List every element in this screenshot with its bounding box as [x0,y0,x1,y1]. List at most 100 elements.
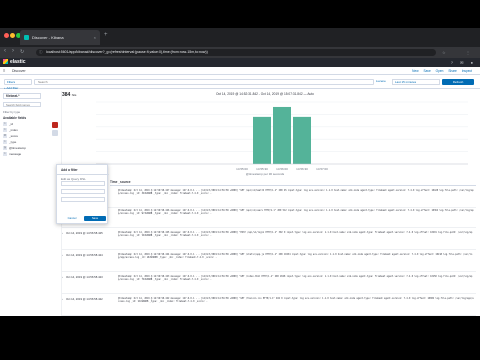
search-input[interactable] [34,79,374,85]
date-picker[interactable]: Last 15 minutes [392,79,440,85]
table-row[interactable]: ›Oct 14, 2019 @ 14:56:58.426@timestamp: … [62,208,476,228]
filter-toggle-button[interactable]: Filters [4,79,32,85]
field-name: _type [9,140,17,144]
address-bar-row: ‹ › ↻ ⓘ localhost:5601/app/kibana#/disco… [0,47,480,58]
row-source: @timestamp: Oct 14, 2019 @ 14:56:58.426 … [118,209,474,216]
url-field[interactable]: ⓘ localhost:5601/app/kibana#/discover?_g… [36,49,436,56]
field-item[interactable]: t message [3,152,21,157]
hits-count: 384 [62,92,71,98]
new-link[interactable]: New [412,69,418,73]
expand-row-icon[interactable]: › [62,253,63,257]
add-filter-link[interactable]: + Add filter [4,86,18,90]
url-text: localhost:5601/app/kibana#/discover?_g=(… [46,50,208,54]
hits-label: hits [71,93,77,97]
header-actions: ? ✉ ● [451,60,476,65]
mail-icon[interactable]: ✉ [460,60,466,65]
row-timestamp: Oct 14, 2019 @ 14:56:58.422 [66,297,103,301]
info-icon: ⓘ [39,50,43,54]
index-pattern-select[interactable]: filebeat-* [3,93,41,99]
open-link[interactable]: Open [436,69,444,73]
chart-bar[interactable] [253,116,271,164]
kibana-subheader: ≡ Discover New Save Open Share Inspect [0,67,480,75]
expand-row-icon[interactable]: › [62,297,63,301]
field-item[interactable]: t _type [3,140,16,145]
browser-tab[interactable]: Discover - Kibana × [20,30,100,45]
number-type-icon: # [3,134,7,139]
brand-name: elastic [10,59,26,65]
save-button[interactable]: Save [84,216,106,221]
field-item[interactable]: ◷ @timestamp [3,146,26,151]
filter-by-type[interactable]: Filter by type [3,110,20,114]
popover-divider [57,174,109,175]
cancel-button[interactable]: Cancel [61,216,83,221]
table-row[interactable]: ›Oct 14, 2019 @ 14:56:58.427@timestamp: … [62,188,476,208]
expand-row-icon[interactable]: › [62,275,63,279]
filter-operator-input[interactable] [61,189,105,194]
save-link[interactable]: Save [423,69,430,73]
video-frame: Discover - Kibana × + ‹ › ↻ ⓘ localhost:… [0,0,480,360]
table-row[interactable]: › Oct 14, 2019 @ 14:56:58.422 @timestamp: … [62,296,476,316]
chart-x-axis-label: @timestamp per 30 seconds [245,172,285,176]
top-nav-links: New Save Open Share Inspect [412,69,472,73]
histogram-chart[interactable]: 14:55:00 14:55:30 14:56:00 14:56:30 14:57:00 [82,98,472,172]
minimize-window-icon[interactable] [10,33,15,38]
table-row[interactable]: › Oct 14, 2019 @ 14:56:58.424 @timestamp: … [62,252,476,272]
browser-menu-icon[interactable]: ⋮ [466,50,470,55]
expand-row-icon[interactable]: › [62,231,63,235]
kibana-favicon-icon [24,35,29,40]
documents-heading: Time _source [110,180,476,186]
string-type-icon: t [3,152,7,157]
browser-window: Discover - Kibana × + ‹ › ↻ ⓘ localhost:… [0,28,480,316]
chart-bar[interactable] [273,106,291,164]
reload-icon[interactable]: ↻ [20,49,24,55]
share-link[interactable]: Share [448,69,457,73]
table-row[interactable]: › Oct 14, 2019 @ 14:56:58.423 @timestamp: … [62,274,476,294]
new-tab-icon[interactable]: + [104,32,108,38]
chart-tick-label: 14:57:00 [316,167,328,171]
row-source: @timestamp: Oct 14, 2019 @ 14:56:58.427 … [118,189,474,196]
string-type-icon: t [3,128,7,133]
close-window-icon[interactable] [4,33,9,38]
available-fields-heading: Available fields [3,116,27,120]
chart-bar[interactable] [293,116,311,164]
bookmark-star-icon[interactable]: ☆ [442,50,446,55]
back-icon[interactable]: ‹ [4,48,6,54]
row-timestamp: Oct 14, 2019 @ 14:56:58.423 [66,275,103,279]
chart-tick-label: 14:56:00 [276,167,288,171]
field-item[interactable]: t _index [3,128,18,133]
field-name: _score [9,134,19,138]
field-name: message [9,152,22,156]
filter-field-input[interactable] [61,181,105,186]
refresh-button[interactable]: Refresh [442,79,474,85]
clock-type-icon: ◷ [3,146,7,151]
hits-counter: 384 hits [62,92,76,98]
syntax-toggle[interactable]: Lucene [376,79,386,83]
chart-tick-label: 14:55:00 [236,167,248,171]
field-item[interactable]: # _score [3,134,18,139]
tab-title: Discover - Kibana [32,35,64,40]
field-item[interactable]: t _id [3,122,13,127]
table-row[interactable]: › Oct 14, 2019 @ 14:56:58.425 @timestamp: … [62,230,476,250]
forward-icon[interactable]: › [12,48,14,54]
popover-title: Add a filter [61,168,78,172]
nav-menu-icon[interactable]: ≡ [3,68,5,73]
tab-close-icon[interactable]: × [94,30,96,45]
inspect-link[interactable]: Inspect [462,69,472,73]
field-search-input[interactable] [3,102,41,107]
row-source: @timestamp: Oct 14, 2019 @ 14:56:58.425 … [118,231,473,238]
user-avatar[interactable]: ● [471,60,476,65]
query-bar: Filters Lucene Last 15 minutes Refresh [0,76,480,89]
row-source: @timestamp: Oct 14, 2019 @ 14:56:58.423 … [118,275,473,282]
breadcrumb[interactable]: Discover [12,69,26,73]
filter-value-input[interactable] [61,197,105,202]
elastic-logo[interactable]: elastic [3,59,26,65]
row-timestamp: Oct 14, 2019 @ 14:56:58.425 [66,231,103,235]
chart-time-range: Oct 14, 2019 @ 14:52:31.842 - Oct 14, 20… [216,92,314,96]
kibana-header: elastic ? ✉ ● [0,58,480,67]
help-icon[interactable]: ? [451,60,456,65]
documents-table-header: Time _source [110,180,476,186]
field-name: _index [9,128,18,132]
field-sidebar: filebeat-* Filter by type Available fiel… [0,91,62,316]
field-name: _id [9,122,14,126]
field-badge-icon [52,122,58,128]
